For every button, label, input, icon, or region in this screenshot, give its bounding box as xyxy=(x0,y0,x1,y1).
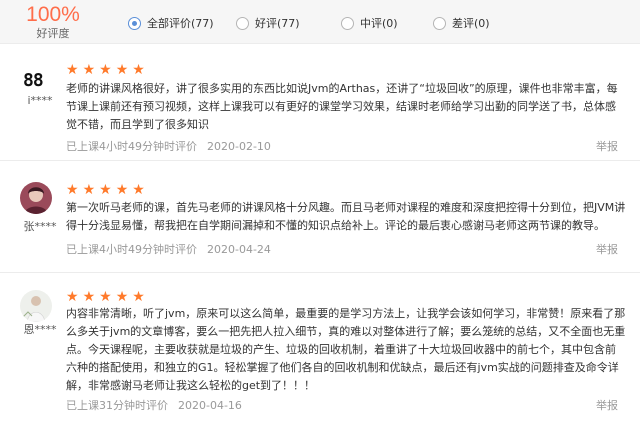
review-study-time: 已上课4小时49分钟时评价 xyxy=(66,140,197,153)
review-meta: 已上课31分钟时评价 2020-04-16 xyxy=(66,397,242,413)
filter-all[interactable]: 全部评价(77) xyxy=(128,14,214,32)
star-icon: ★ xyxy=(132,289,145,305)
star-icon: ★ xyxy=(66,62,79,78)
review-meta: 已上课4小时49分钟时评价 2020-04-24 xyxy=(66,241,271,257)
report-link[interactable]: 举报 xyxy=(596,397,618,413)
star-icon: ★ xyxy=(82,289,96,305)
star-rating: ★ ★ ★ ★ ★ xyxy=(66,183,149,197)
filter-positive[interactable]: 好评(77) xyxy=(236,14,300,32)
star-icon: ★ xyxy=(66,289,79,305)
review-username: i**** xyxy=(27,94,53,107)
rating-summary: 100% 好评度 xyxy=(20,3,86,41)
review-item: 88 i**** ★ ★ ★ ★ ★ 老师的讲课风格很好，讲了很多实用的东西比如… xyxy=(0,45,640,161)
star-rating: ★ ★ ★ ★ ★ xyxy=(66,290,149,304)
star-rating: ★ ★ ★ ★ ★ xyxy=(66,63,149,77)
filter-negative-label: 差评(0) xyxy=(452,17,490,30)
radio-icon-checked[interactable] xyxy=(128,16,141,30)
rating-percent: 100% xyxy=(26,3,80,26)
avatar xyxy=(20,182,52,214)
radio-icon[interactable] xyxy=(236,16,249,30)
filter-neutral[interactable]: 中评(0) xyxy=(341,14,398,32)
star-icon: ★ xyxy=(115,182,129,198)
filter-negative[interactable]: 差评(0) xyxy=(433,14,490,32)
review-item: 恩**** ★ ★ ★ ★ ★ 内容非常清晰，听了jvm，原来可以这么简单，最重… xyxy=(0,274,640,422)
rating-header: 100% 好评度 全部评价(77) 好评(77) 中评(0) 差评(0) xyxy=(0,0,640,44)
rating-label: 好评度 xyxy=(36,27,70,40)
star-icon: ★ xyxy=(82,62,96,78)
review-username: 张**** xyxy=(23,220,57,233)
review-item: 张**** ★ ★ ★ ★ ★ 第一次听马老师的课，首先马老师的讲课风格十分风趣… xyxy=(0,162,640,273)
review-content: 老师的讲课风格很好，讲了很多实用的东西比如说Jvm的Arthas，还讲了“垃圾回… xyxy=(66,82,618,131)
review-username: 恩**** xyxy=(23,323,57,336)
review-study-time: 已上课31分钟时评价 xyxy=(66,399,168,412)
report-link[interactable]: 举报 xyxy=(596,138,618,154)
radio-icon[interactable] xyxy=(341,16,354,30)
star-icon: ★ xyxy=(66,182,79,198)
review-date: 2020-02-10 xyxy=(207,140,271,153)
star-icon: ★ xyxy=(82,182,96,198)
avatar-text: 88 xyxy=(23,70,44,91)
filter-positive-label: 好评(77) xyxy=(255,17,300,30)
star-icon: ★ xyxy=(99,62,112,78)
filter-neutral-label: 中评(0) xyxy=(360,17,398,30)
report-link[interactable]: 举报 xyxy=(596,241,618,257)
review-meta: 已上课4小时49分钟时评价 2020-02-10 xyxy=(66,138,271,154)
star-icon: ★ xyxy=(99,182,112,198)
star-icon: ★ xyxy=(115,289,129,305)
star-icon: ★ xyxy=(115,62,129,78)
star-icon: ★ xyxy=(132,62,145,78)
review-date: 2020-04-24 xyxy=(207,243,271,256)
star-icon: ★ xyxy=(132,182,145,198)
avatar xyxy=(20,290,52,322)
filter-all-label: 全部评价(77) xyxy=(147,17,214,30)
user-photo-icon xyxy=(20,182,52,214)
review-content: 第一次听马老师的课，首先马老师的讲课风格十分风趣。而且马老师对课程的难度和深度把… xyxy=(66,201,626,232)
radio-icon[interactable] xyxy=(433,16,446,30)
review-date: 2020-04-16 xyxy=(178,399,242,412)
review-content: 内容非常清晰，听了jvm，原来可以这么简单，最重要的是学习方法上，让我学会该如何… xyxy=(66,307,626,392)
star-icon: ★ xyxy=(99,289,112,305)
user-photo-icon xyxy=(20,290,52,322)
review-study-time: 已上课4小时49分钟时评价 xyxy=(66,243,197,256)
